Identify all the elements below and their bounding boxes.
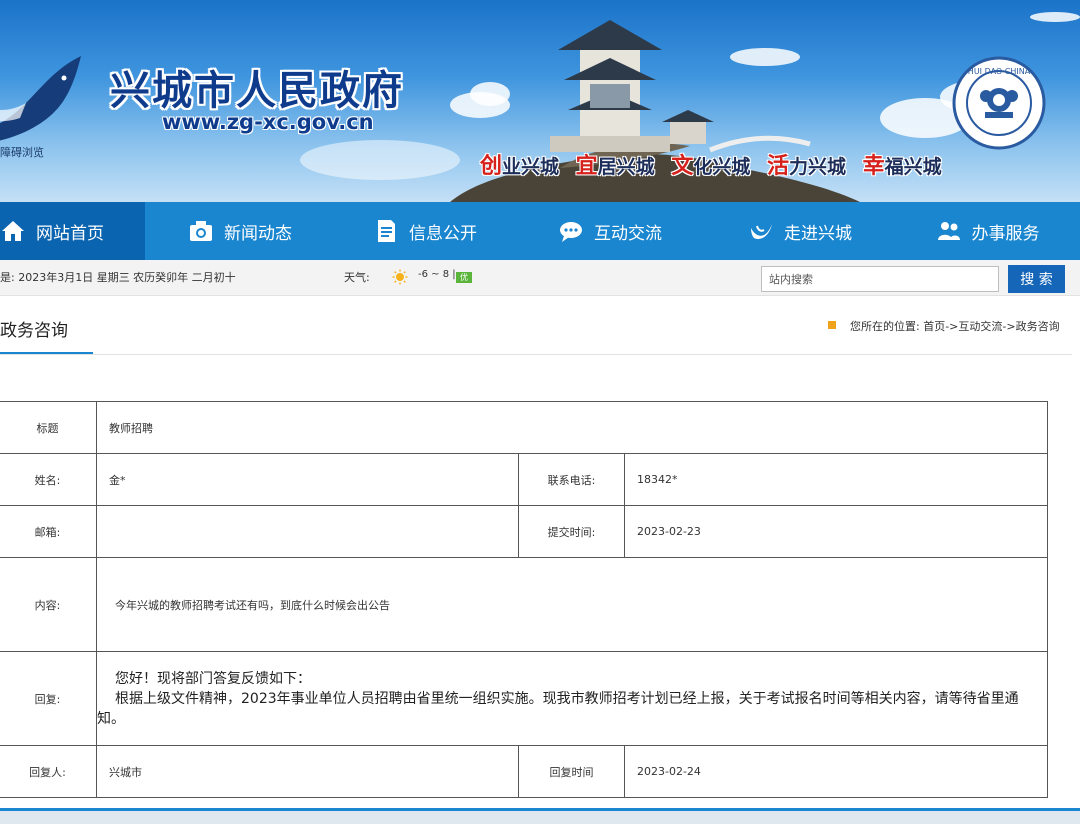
slogan-text: 化兴城: [693, 156, 751, 178]
table-row: 邮箱: 提交时间: 2023-02-23: [0, 505, 1048, 558]
page-title: 政务咨询: [0, 321, 68, 341]
reply-time-label: 回复时间: [518, 745, 625, 798]
title-value: 教师招聘: [96, 401, 1048, 454]
site-url[interactable]: www.zg-xc.gov.cn: [162, 110, 374, 134]
reply-greeting: 您好！现将部门答复反馈如下：: [115, 670, 311, 687]
slogan-highlight: 创: [480, 154, 503, 179]
email-label: 邮箱:: [0, 505, 97, 558]
table-row: 回复人: 兴城市 回复时间 2023-02-24: [0, 745, 1048, 798]
slogan-text: 福兴城: [884, 156, 942, 178]
site-banner: 兴城市人民政府 www.zg-xc.gov.cn 障碍浏览 HUI DAO CH…: [0, 0, 1080, 202]
nav-item-label: 新闻动态: [224, 223, 292, 244]
nav-item-label: 信息公开: [409, 223, 477, 244]
temperature: -6 ~ 8 |: [418, 269, 456, 280]
phone-label: 联系电话:: [518, 453, 625, 506]
cloud-decoration: [1030, 12, 1080, 22]
nav-item-label: 办事服务: [971, 223, 1040, 244]
replier-value: 兴城市: [96, 745, 519, 798]
content-label: 内容:: [0, 557, 97, 652]
submit-time-label: 提交时间:: [518, 505, 625, 558]
city-emblem-icon: HUI DAO CHINA: [952, 56, 1046, 150]
content-value: 今年兴城的教师招聘考试还有吗，到底什么时候会出公告: [96, 557, 1048, 652]
cloud-decoration: [300, 140, 460, 180]
table-row: 内容: 今年兴城的教师招聘考试还有吗，到底什么时候会出公告: [0, 557, 1048, 652]
submit-time-value: 2023-02-23: [624, 505, 1048, 558]
people-icon: [937, 222, 960, 240]
slogan-highlight: 活: [766, 154, 789, 179]
nav-item-info-disclosure[interactable]: 信息公开: [335, 202, 515, 260]
document-icon: [378, 220, 395, 242]
nav-item-interaction[interactable]: 互动交流: [515, 202, 705, 260]
slogan: 创业兴城 宜居兴城 文化兴城 活力兴城 幸福兴城: [480, 148, 942, 180]
slogan-highlight: 幸: [862, 154, 885, 179]
main-nav: 网站首页 新闻动态 信息公开 互动交流 走进兴城 办事服务: [0, 202, 1080, 260]
slogan-text: 力兴城: [788, 156, 846, 178]
breadcrumb[interactable]: 您所在的位置: 首页->互动交流->政务咨询: [850, 318, 1060, 334]
reply-time-value: 2023-02-24: [624, 745, 1048, 798]
table-row: 回复: 您好！现将部门答复反馈如下： 根据上级文件精神，2023年事业单位人员招…: [0, 651, 1048, 746]
nav-item-about-city[interactable]: 走进兴城: [705, 202, 895, 260]
reply-label: 回复:: [0, 651, 97, 746]
nav-item-label: 网站首页: [36, 223, 104, 244]
slogan-highlight: 宜: [575, 154, 598, 179]
current-date: 是: 2023年3月1日 星期三 农历癸卯年 二月初十: [0, 271, 236, 284]
reply-body: 根据上级文件精神，2023年事业单位人员招聘由省里统一组织实施。现我市教师招考计…: [97, 690, 1019, 727]
footer-strip: [0, 811, 1080, 824]
email-value: [96, 505, 519, 558]
consultation-detail-table: 标题 教师招聘 姓名: 金* 联系电话: 18342* 邮箱: 提交时间: 20…: [0, 401, 1048, 798]
slogan-text: 居兴城: [597, 156, 655, 178]
slogan-text: 业兴城: [502, 156, 560, 178]
table-row: 标题 教师招聘: [0, 401, 1048, 454]
chat-icon: [560, 222, 582, 242]
section-divider: [0, 354, 1072, 355]
reply-value: 您好！现将部门答复反馈如下： 根据上级文件精神，2023年事业单位人员招聘由省里…: [96, 651, 1048, 746]
dolphin-logo-icon: [0, 56, 81, 141]
replier-label: 回复人:: [0, 745, 97, 798]
nav-item-label: 互动交流: [594, 223, 662, 244]
location-square-icon: [828, 321, 836, 329]
slogan-highlight: 文: [671, 154, 694, 179]
phone-value: 18342*: [624, 453, 1048, 506]
title-label: 标题: [0, 401, 97, 454]
nav-item-news[interactable]: 新闻动态: [145, 202, 335, 260]
weather-label: 天气:: [344, 271, 370, 284]
nav-item-services[interactable]: 办事服务: [895, 202, 1080, 260]
air-quality-badge: 优: [456, 272, 472, 283]
nav-item-home[interactable]: 网站首页: [0, 202, 145, 260]
wave-icon: [751, 224, 772, 240]
emblem-text: HUI DAO CHINA: [968, 67, 1031, 76]
home-icon: [2, 221, 24, 241]
camera-icon: [190, 221, 212, 241]
site-title: 兴城市人民政府: [110, 68, 404, 114]
nav-item-label: 走进兴城: [784, 223, 852, 244]
name-value: 金*: [96, 453, 519, 506]
search-button[interactable]: 搜 索: [1008, 265, 1065, 293]
sun-icon: [392, 269, 408, 285]
site-search-input[interactable]: [761, 266, 999, 292]
name-label: 姓名:: [0, 453, 97, 506]
accessibility-link[interactable]: 障碍浏览: [0, 144, 44, 160]
table-row: 姓名: 金* 联系电话: 18342*: [0, 453, 1048, 506]
